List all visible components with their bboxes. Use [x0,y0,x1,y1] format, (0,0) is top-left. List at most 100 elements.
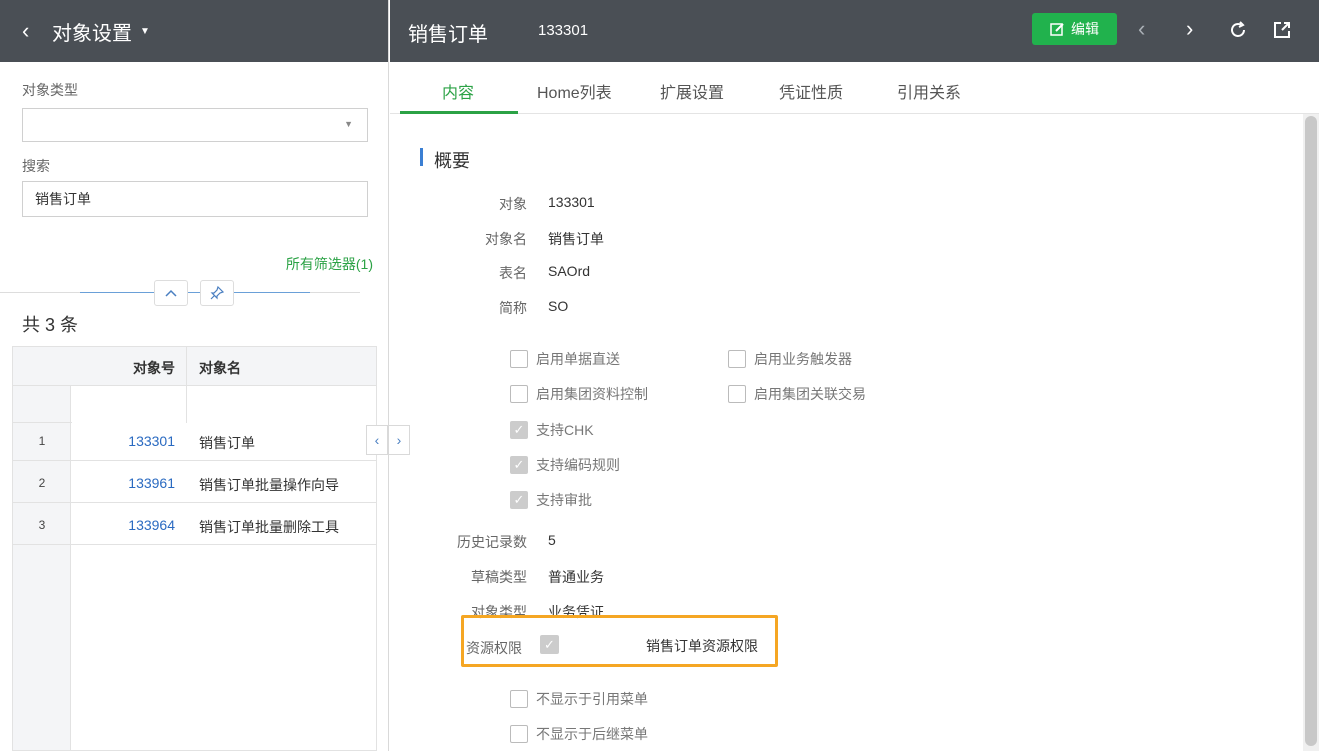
grid-header: 对象号 对象名 [13,347,376,386]
col-header-name[interactable]: 对象名 [199,358,241,378]
table-row[interactable]: 2 133961 销售订单批量操作向导 [13,465,376,503]
checkbox-support-approval[interactable]: ✓ 支持审批 [510,490,592,510]
checkbox-box-checked[interactable]: ✓ [510,456,528,474]
history-label: 历史记录数 [457,534,527,550]
collapse-up-button[interactable] [154,280,188,306]
checkbox-label: 启用单据直送 [536,351,620,367]
row-name: 销售订单批量操作向导 [199,477,339,493]
checkbox-label: 支持审批 [536,492,592,508]
checkbox-box[interactable] [510,350,528,368]
result-count: 共 3 条 [22,315,79,335]
column-divider [186,347,187,423]
left-header-title[interactable]: 对象设置 [52,17,132,46]
object-value: 133301 [548,194,595,210]
checkbox-hide-next-menu[interactable]: 不显示于后继菜单 [510,724,648,744]
back-icon[interactable]: ‹ [22,18,36,44]
object-name-label: 对象名 [485,231,527,247]
open-external-icon[interactable] [1272,20,1292,40]
resource-permission-label: 资源权限 [466,640,522,656]
content-area: 概要 对象 133301 对象名 销售订单 表名 SAOrd 简称 SO 启用单… [390,114,1303,751]
filter-cell-code[interactable] [72,386,186,423]
checkbox-box[interactable] [728,350,746,368]
section-title: 概要 [434,151,470,171]
search-input[interactable]: 销售订单 [22,181,368,217]
draft-type-label: 草稿类型 [471,569,527,585]
row-index: 2 [38,476,46,490]
checkbox-support-code-rule[interactable]: ✓ 支持编码规则 [510,455,620,475]
page-title: 销售订单 [408,24,488,46]
row-code-link[interactable]: 133301 [71,433,175,449]
tab-references[interactable]: 引用关系 [897,79,961,103]
chevron-down-icon: ▼ [344,119,353,129]
checkbox-biz-trigger[interactable]: 启用业务触发器 [728,349,852,369]
abbr-value: SO [548,298,569,314]
object-type-label: 对象类型 [22,82,78,98]
draft-type-value: 普通业务 [548,569,604,585]
resource-permission-value: 销售订单资源权限 [646,638,758,654]
checkbox-group-data-ctrl[interactable]: 启用集团资料控制 [510,384,648,404]
checkbox-box-checked[interactable]: ✓ [510,491,528,509]
checkbox-hide-ref-menu[interactable]: 不显示于引用菜单 [510,689,648,709]
table-label: 表名 [499,265,527,281]
chevron-up-icon [165,289,177,297]
tab-bar: 内容 Home列表 扩展设置 凭证性质 引用关系 [390,62,1319,114]
pin-icon [210,286,224,300]
divider-accent [80,292,310,293]
checkbox-label: 不显示于后继菜单 [536,726,648,742]
object-grid: 对象号 对象名 1 133301 销售订单 2 133961 销售订单批量操作向… [12,346,377,751]
checkbox-box[interactable] [510,725,528,743]
checkbox-doc-direct[interactable]: 启用单据直送 [510,349,620,369]
caret-down-icon[interactable]: ▼ [140,26,150,37]
table-row[interactable]: 3 133964 销售订单批量删除工具 [13,507,376,545]
table-value: SAOrd [548,263,591,279]
resource-permission-checkbox[interactable]: ✓ [540,635,559,654]
refresh-icon[interactable] [1228,20,1248,40]
row-code-link[interactable]: 133961 [71,475,175,491]
checkbox-group-related[interactable]: 启用集团关联交易 [728,384,866,404]
search-label: 搜索 [22,158,50,174]
right-panel: 销售订单 133301 编辑 ‹ › 内容 Home列表 扩展设置 凭证性质 引… [390,0,1319,751]
tab-home-list[interactable]: Home列表 [537,79,612,103]
object-label: 对象 [499,196,527,212]
filter-cell-name[interactable] [187,386,376,423]
object-name-value: 销售订单 [548,231,604,247]
row-index: 1 [38,434,46,448]
tab-voucher[interactable]: 凭证性质 [779,79,843,103]
tab-extension[interactable]: 扩展设置 [660,79,724,103]
checkbox-label: 启用集团资料控制 [536,386,648,402]
left-panel: ‹ 对象设置 ▼ 对象类型 ▼ 搜索 销售订单 所有筛选器(1) 共 3 条 对… [0,0,389,751]
right-header: 销售订单 133301 编辑 ‹ › [390,0,1319,62]
checkbox-label: 启用集团关联交易 [754,386,866,402]
left-header: ‹ 对象设置 ▼ [0,0,388,62]
checkbox-label: 启用业务触发器 [754,351,852,367]
grid-filter-row [13,386,376,423]
tab-content[interactable]: 内容 [442,79,474,103]
edit-icon [1050,22,1064,36]
checkbox-label: 不显示于引用菜单 [536,691,648,707]
prev-icon[interactable]: ‹ [1138,16,1145,42]
edit-button[interactable]: 编辑 [1032,13,1117,45]
object-type-select[interactable]: ▼ [22,108,368,142]
object-number: 133301 [538,22,589,39]
vertical-scrollbar[interactable] [1303,114,1319,751]
pin-button[interactable] [200,280,234,306]
checkbox-label: 支持CHK [536,422,594,438]
next-icon[interactable]: › [1186,16,1193,42]
col-header-code[interactable]: 对象号 [71,358,175,378]
checkbox-label: 支持编码规则 [536,457,620,473]
row-code-link[interactable]: 133964 [71,517,175,533]
all-filters-link[interactable]: 所有筛选器(1) [286,254,373,274]
checkbox-support-chk[interactable]: ✓ 支持CHK [510,420,594,440]
row-index: 3 [38,518,46,532]
checkbox-box[interactable] [728,385,746,403]
checkbox-box-checked[interactable]: ✓ [510,421,528,439]
checkbox-box[interactable] [510,690,528,708]
checkbox-box[interactable] [510,385,528,403]
section-marker [420,148,423,166]
edit-label: 编辑 [1071,21,1099,37]
row-name: 销售订单 [199,435,255,451]
collapse-left-icon[interactable]: ‹ [366,425,388,455]
scrollbar-thumb[interactable] [1305,116,1317,746]
table-row[interactable]: 1 133301 销售订单 [13,423,376,461]
row-name: 销售订单批量删除工具 [199,519,339,535]
